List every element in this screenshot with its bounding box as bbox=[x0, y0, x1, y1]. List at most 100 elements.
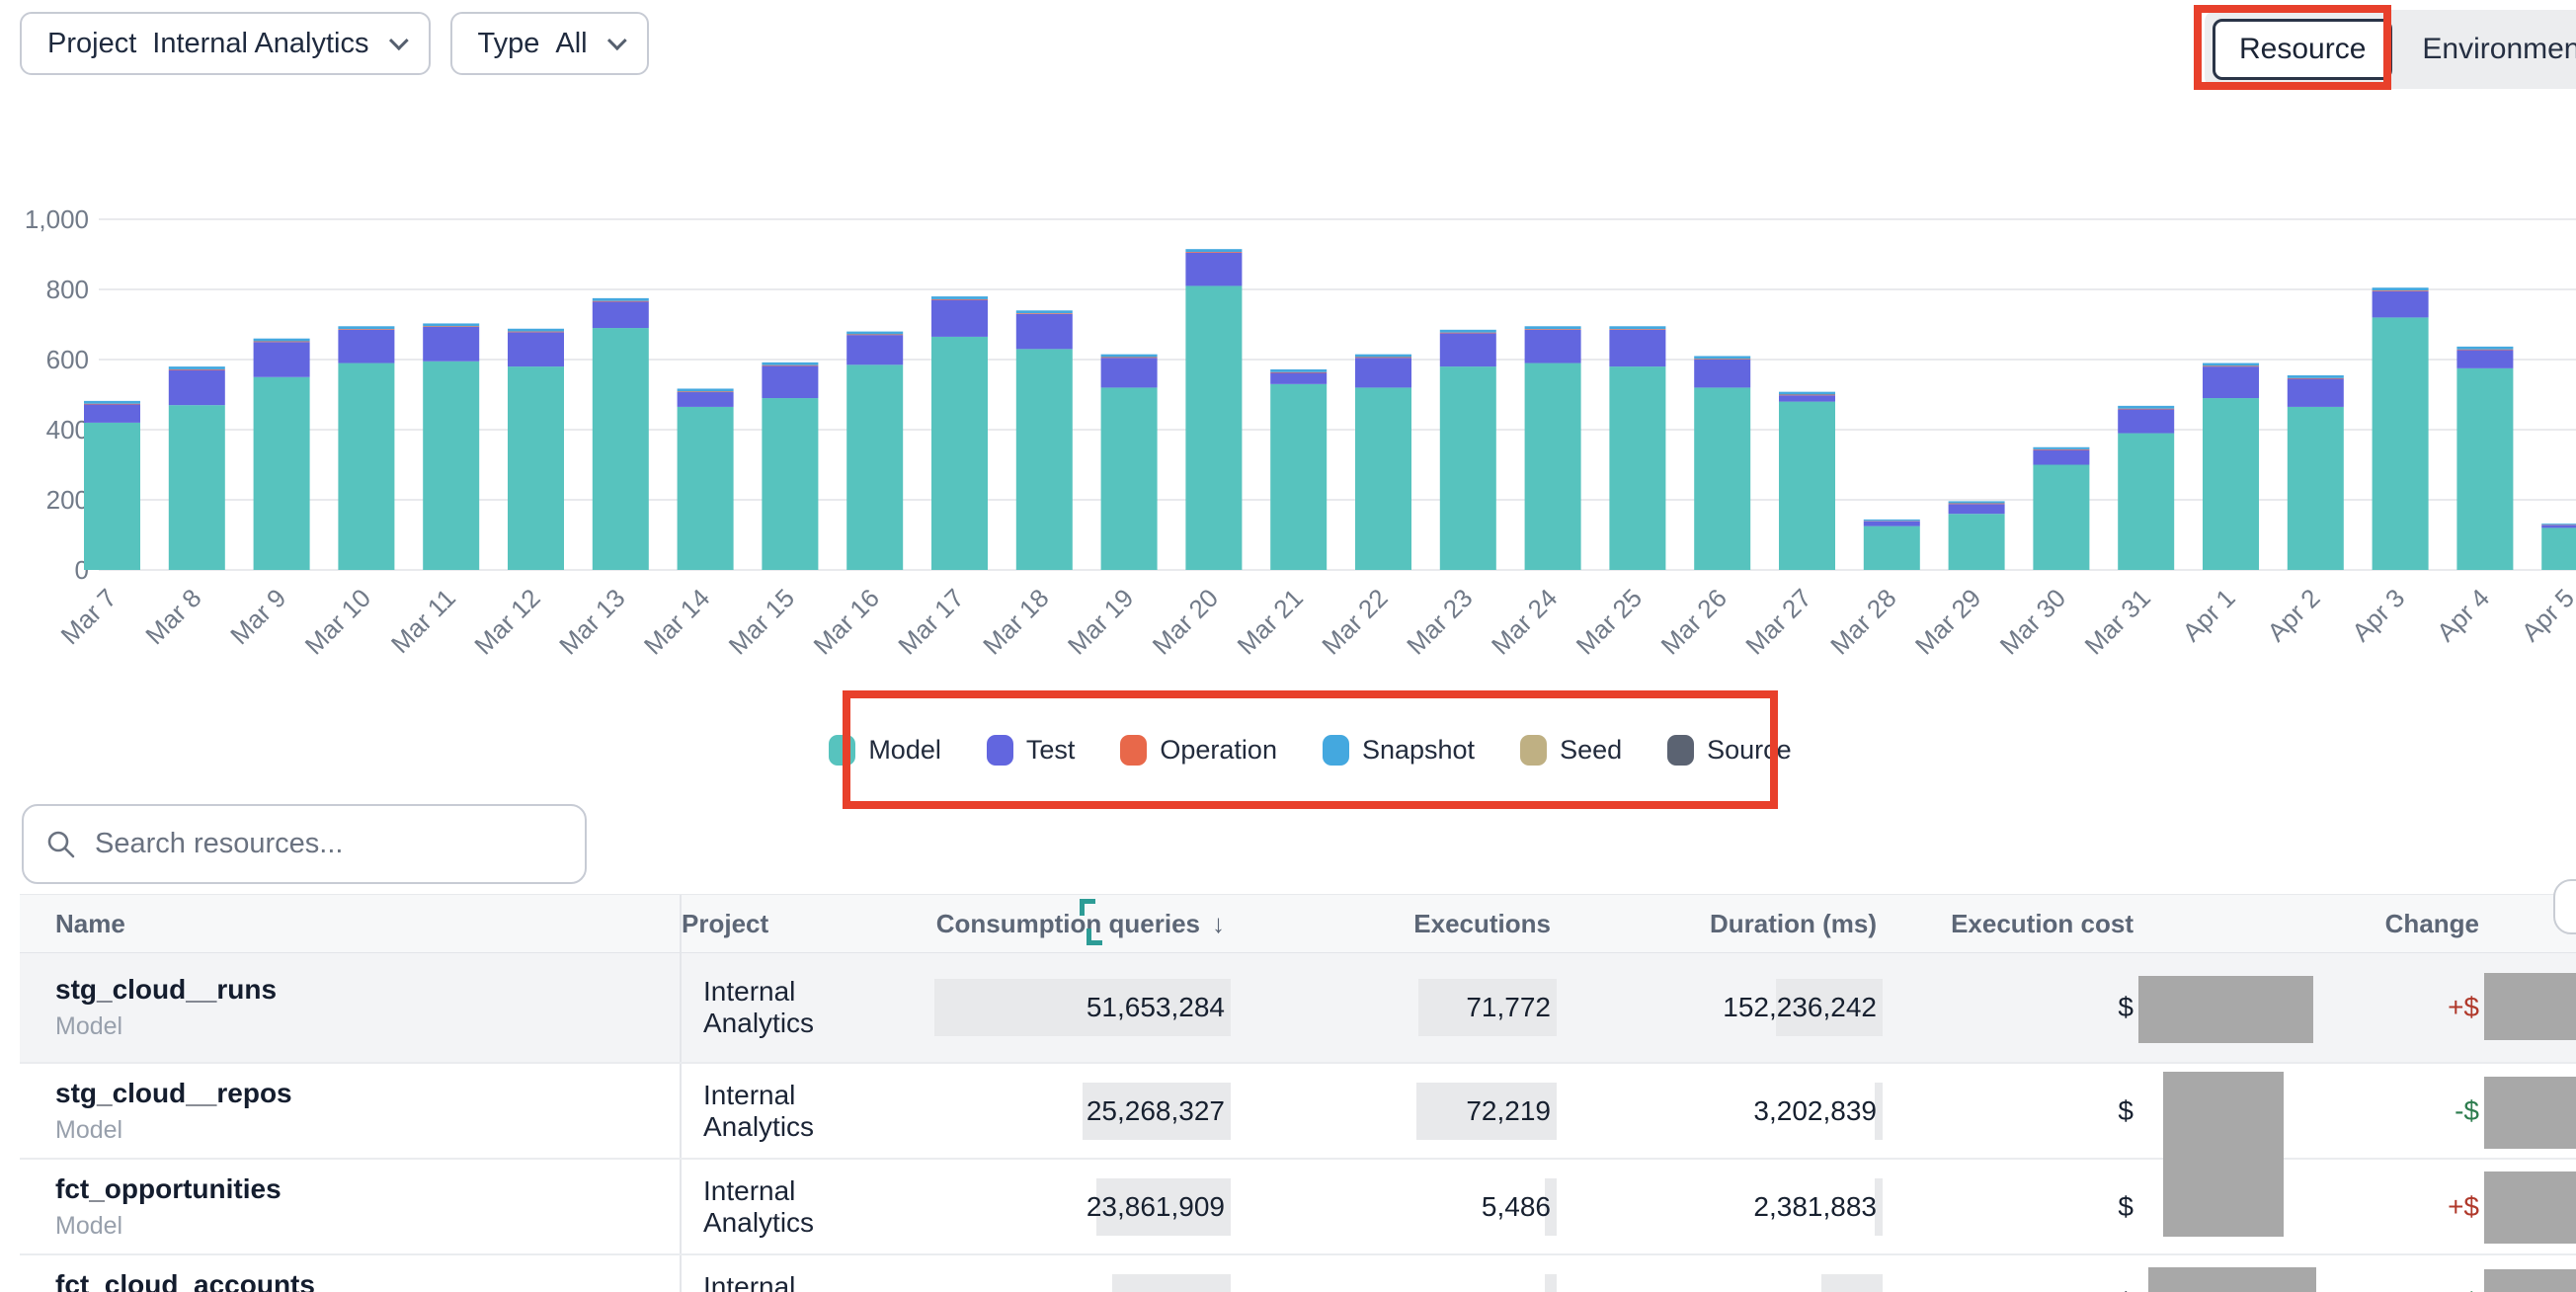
legend-label: Model bbox=[868, 735, 941, 766]
legend-swatch bbox=[987, 735, 1013, 766]
resources-table: Name Project Consumption queries ↓ Execu… bbox=[20, 894, 2576, 1292]
redacted-value bbox=[2484, 1171, 2576, 1244]
redacted-value bbox=[2163, 1072, 2284, 1237]
sort-descending-icon: ↓ bbox=[1212, 909, 1225, 939]
legend-item-seed[interactable]: Seed bbox=[1520, 735, 1622, 766]
svg-text:Mar 28: Mar 28 bbox=[1824, 583, 1901, 660]
svg-text:Apr 3: Apr 3 bbox=[2346, 583, 2410, 647]
resource-name: stg_cloud__runs bbox=[55, 974, 277, 1006]
project-cell: Internal Analytics bbox=[682, 1255, 899, 1292]
svg-text:1,000: 1,000 bbox=[25, 204, 89, 234]
svg-text:Mar 7: Mar 7 bbox=[55, 583, 122, 650]
column-header-consumption-queries[interactable]: Consumption queries ↓ bbox=[899, 895, 1235, 952]
svg-text:Mar 30: Mar 30 bbox=[1994, 583, 2071, 660]
duration-cell: 152,236,242 bbox=[1561, 953, 1887, 1062]
svg-text:Apr 5: Apr 5 bbox=[2516, 583, 2576, 647]
name-cell: fct_cloud_accountsModel bbox=[20, 1255, 682, 1292]
legend-swatch bbox=[829, 735, 855, 766]
duration-cell: 2,381,883 bbox=[1561, 1160, 1887, 1253]
svg-text:Mar 16: Mar 16 bbox=[808, 583, 885, 660]
column-header-duration[interactable]: Duration (ms) bbox=[1561, 895, 1887, 952]
column-header-change[interactable]: Change bbox=[2213, 895, 2576, 952]
redacted-value bbox=[2484, 1269, 2576, 1292]
svg-text:Mar 8: Mar 8 bbox=[139, 583, 206, 650]
redacted-value bbox=[2148, 1267, 2316, 1292]
consumption-queries-cell: 25,268,327 bbox=[899, 1064, 1235, 1158]
resource-type: Model bbox=[55, 1012, 122, 1041]
legend-label: Source bbox=[1707, 735, 1792, 766]
svg-text:Mar 24: Mar 24 bbox=[1486, 583, 1563, 660]
svg-text:Mar 12: Mar 12 bbox=[468, 583, 545, 660]
svg-text:Mar 29: Mar 29 bbox=[1909, 583, 1986, 660]
consumption-queries-cell: 17,118,224 bbox=[899, 1255, 1235, 1292]
svg-text:Mar 13: Mar 13 bbox=[553, 583, 630, 660]
legend-item-source[interactable]: Source bbox=[1667, 735, 1792, 766]
column-header-executions[interactable]: Executions bbox=[1235, 895, 1561, 952]
resource-name: stg_cloud__repos bbox=[55, 1078, 292, 1109]
svg-text:600: 600 bbox=[46, 345, 89, 374]
column-header-execution-cost[interactable]: Execution cost bbox=[1887, 895, 2213, 952]
duration-cell: 87,792,551 bbox=[1561, 1255, 1887, 1292]
svg-text:Mar 14: Mar 14 bbox=[638, 583, 715, 660]
legend-swatch bbox=[1120, 735, 1147, 766]
legend-item-operation[interactable]: Operation bbox=[1120, 735, 1277, 766]
svg-text:Apr 4: Apr 4 bbox=[2431, 583, 2495, 647]
svg-text:Mar 25: Mar 25 bbox=[1570, 583, 1648, 660]
svg-text:800: 800 bbox=[46, 275, 89, 304]
executions-cell: 72,219 bbox=[1235, 1064, 1561, 1158]
redacted-value bbox=[2138, 976, 2313, 1043]
consumption-queries-cell: 23,861,909 bbox=[899, 1160, 1235, 1253]
executions-cell: 5,486 bbox=[1235, 1160, 1561, 1253]
legend-label: Operation bbox=[1160, 735, 1277, 766]
svg-text:400: 400 bbox=[46, 415, 89, 444]
svg-text:Mar 31: Mar 31 bbox=[2079, 583, 2156, 660]
svg-text:Mar 22: Mar 22 bbox=[1316, 583, 1393, 660]
svg-text:Mar 21: Mar 21 bbox=[1232, 583, 1309, 660]
resource-type: Model bbox=[55, 1212, 122, 1241]
table-header-row: Name Project Consumption queries ↓ Execu… bbox=[20, 894, 2576, 953]
search-icon bbox=[45, 829, 77, 860]
svg-text:Mar 10: Mar 10 bbox=[299, 583, 376, 660]
svg-text:Mar 26: Mar 26 bbox=[1655, 583, 1732, 660]
name-cell: stg_cloud__repos Model bbox=[20, 1064, 682, 1158]
legend-label: Snapshot bbox=[1362, 735, 1475, 766]
search-input[interactable] bbox=[95, 828, 563, 860]
column-header-project[interactable]: Project bbox=[682, 895, 899, 952]
redacted-value bbox=[2484, 973, 2576, 1040]
svg-text:Mar 23: Mar 23 bbox=[1401, 583, 1478, 660]
legend-label: Seed bbox=[1560, 735, 1622, 766]
search-box[interactable] bbox=[22, 804, 587, 884]
legend-swatch bbox=[1520, 735, 1547, 766]
svg-text:Mar 27: Mar 27 bbox=[1739, 583, 1816, 660]
legend-swatch bbox=[1323, 735, 1349, 766]
dashboard-screen: Project Internal Analytics Type All Reso… bbox=[0, 0, 2576, 1292]
svg-text:Mar 17: Mar 17 bbox=[892, 583, 969, 660]
legend-label: Test bbox=[1026, 735, 1076, 766]
resource-name: fct_opportunities bbox=[55, 1173, 282, 1205]
text-cursor-artifact bbox=[1087, 940, 1102, 945]
project-cell: Internal Analytics bbox=[682, 1064, 899, 1158]
executions-cell: 1,812 bbox=[1235, 1255, 1561, 1292]
executions-cell: 71,772 bbox=[1235, 953, 1561, 1062]
svg-text:Mar 20: Mar 20 bbox=[1147, 583, 1224, 660]
duration-cell: 3,202,839 bbox=[1561, 1064, 1887, 1158]
svg-text:Mar 9: Mar 9 bbox=[224, 583, 291, 650]
legend-item-test[interactable]: Test bbox=[987, 735, 1076, 766]
legend-item-snapshot[interactable]: Snapshot bbox=[1323, 735, 1475, 766]
column-header-name[interactable]: Name bbox=[20, 895, 682, 952]
resource-type: Model bbox=[55, 1116, 122, 1145]
project-cell: Internal Analytics bbox=[682, 1160, 899, 1253]
svg-text:Apr 1: Apr 1 bbox=[2177, 583, 2241, 647]
svg-text:Mar 18: Mar 18 bbox=[977, 583, 1054, 660]
text-cursor-artifact bbox=[1080, 899, 1085, 916]
resource-usage-stacked-bar-chart: 02004006008001,000Mar 7Mar 8Mar 9Mar 10M… bbox=[0, 0, 2576, 691]
resource-name: fct_cloud_accounts bbox=[55, 1269, 315, 1292]
legend-swatch bbox=[1667, 735, 1694, 766]
legend-item-model[interactable]: Model bbox=[829, 735, 941, 766]
svg-text:Mar 19: Mar 19 bbox=[1062, 583, 1139, 660]
chart-legend: ModelTestOperationSnapshotSeedSource bbox=[843, 690, 1778, 809]
svg-text:Mar 15: Mar 15 bbox=[723, 583, 800, 660]
name-cell: stg_cloud__runs Model bbox=[20, 953, 682, 1062]
project-cell: Internal Analytics bbox=[682, 953, 899, 1062]
scrollbar-thumb[interactable] bbox=[2553, 879, 2576, 934]
